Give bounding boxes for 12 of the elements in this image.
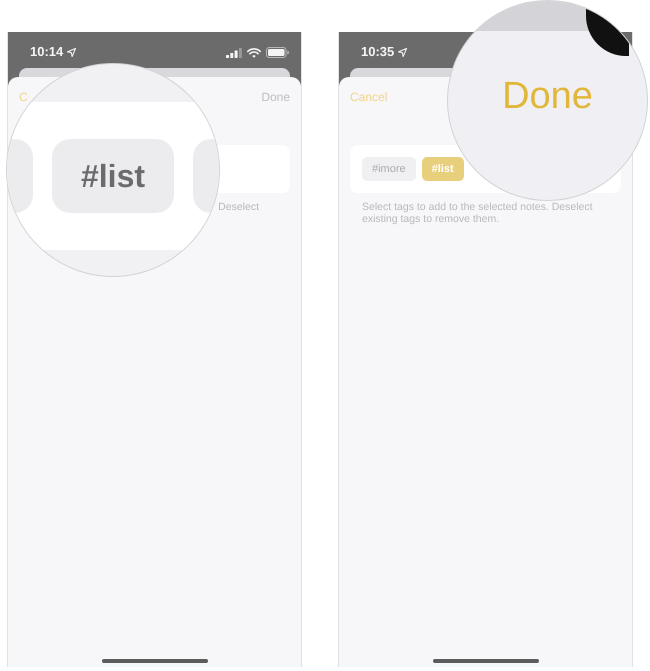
cancel-button[interactable]: Cancel (350, 91, 388, 103)
status-time: 10:14 (30, 45, 64, 59)
tag-chip[interactable]: #list (422, 157, 464, 181)
helper-text: Select tags to add to the selected notes. Deselect existing tags to remove them. (362, 201, 593, 225)
location-arrow-icon (67, 48, 76, 56)
helper-text: Deselect (218, 201, 259, 213)
done-button[interactable]: Done (502, 73, 593, 119)
status-time: 10:35 (361, 45, 394, 59)
tag-chip[interactable]: #list (52, 139, 174, 213)
tag-chip[interactable]: #imore (362, 157, 416, 181)
cancel-button[interactable]: C (19, 91, 28, 103)
location-arrow-icon (398, 48, 408, 56)
